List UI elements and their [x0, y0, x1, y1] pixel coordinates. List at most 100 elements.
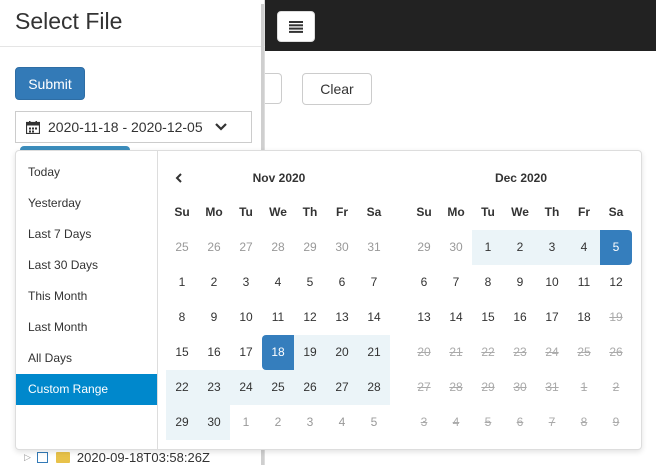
- calendar-day[interactable]: 26: [198, 230, 230, 265]
- calendar-day[interactable]: 7: [440, 265, 472, 300]
- calendar-day[interactable]: 19: [294, 335, 326, 370]
- menu-icon: [289, 20, 303, 33]
- range-item[interactable]: Yesterday: [16, 188, 157, 219]
- file-name: 2020-09-18T03:58:26Z: [76, 449, 210, 465]
- calendar-day[interactable]: 12: [294, 300, 326, 335]
- calendar-day: 4: [452, 415, 460, 429]
- calendar-day[interactable]: 9: [504, 265, 536, 300]
- file-tree-item[interactable]: ▷ 2020-09-18T03:58:26Z: [15, 449, 252, 465]
- calendar-day[interactable]: 13: [408, 300, 440, 335]
- calendar-day[interactable]: 10: [230, 300, 262, 335]
- calendar-day[interactable]: 29: [166, 405, 198, 440]
- calendar-day[interactable]: 31: [358, 230, 390, 265]
- chevron-down-icon: [214, 123, 227, 131]
- calendar-day[interactable]: 12: [600, 265, 632, 300]
- calendar-day[interactable]: 6: [408, 265, 440, 300]
- calendar-day: 1: [580, 380, 588, 394]
- week-row: 6 7 8 9 10 11 12: [408, 265, 634, 300]
- calendar-day[interactable]: 18: [568, 300, 600, 335]
- calendar-day[interactable]: 2: [504, 230, 536, 265]
- calendar-day[interactable]: 3: [536, 230, 568, 265]
- file-checkbox[interactable]: [36, 451, 48, 463]
- calendar-day[interactable]: 11: [568, 265, 600, 300]
- calendar-day[interactable]: 5: [358, 405, 390, 440]
- calendar-day[interactable]: 20: [326, 335, 358, 370]
- menu-toggle-button[interactable]: [277, 11, 315, 42]
- calendar-day[interactable]: 2: [198, 265, 230, 300]
- calendar-day[interactable]: 1: [230, 405, 262, 440]
- weekday-label: Su: [174, 205, 190, 219]
- expand-arrow-icon[interactable]: ▷: [24, 452, 31, 463]
- calendar-day[interactable]: 15: [472, 300, 504, 335]
- calendar-day[interactable]: 25: [262, 370, 294, 405]
- range-item[interactable]: Last 7 Days: [16, 219, 157, 250]
- calendar-day[interactable]: 6: [326, 265, 358, 300]
- calendar-day[interactable]: 11: [262, 300, 294, 335]
- calendar-day[interactable]: 28: [358, 370, 390, 405]
- calendar-header: Dec 2020: [408, 161, 634, 195]
- calendar-day: 23: [513, 345, 527, 359]
- calendar-day[interactable]: 27: [326, 370, 358, 405]
- calendar-day[interactable]: 2: [262, 405, 294, 440]
- calendar-day[interactable]: 24: [230, 370, 262, 405]
- calendar-day[interactable]: 30: [198, 405, 230, 440]
- calendar-day: 28: [449, 380, 463, 394]
- date-range-picker: Today Yesterday Last 7 Days Last 30 Days Thi…: [15, 150, 642, 450]
- calendar-day[interactable]: 14: [440, 300, 472, 335]
- calendar-day[interactable]: 3: [294, 405, 326, 440]
- range-item[interactable]: Custom Range: [16, 374, 157, 405]
- clear-button[interactable]: Clear: [302, 73, 372, 105]
- calendar-day[interactable]: 1: [166, 265, 198, 300]
- calendar-day[interactable]: 13: [326, 300, 358, 335]
- calendar-day[interactable]: 8: [166, 300, 198, 335]
- calendar-day[interactable]: 25: [166, 230, 198, 265]
- weekday-label: Su: [416, 205, 432, 219]
- range-item[interactable]: This Month: [16, 281, 157, 312]
- range-item[interactable]: Today: [16, 157, 157, 188]
- calendar-day[interactable]: 5: [600, 230, 632, 265]
- calendar-day[interactable]: 17: [230, 335, 262, 370]
- calendar-day[interactable]: 16: [504, 300, 536, 335]
- date-range-text: 2020-11-18 - 2020-12-05: [48, 119, 203, 135]
- filter-input[interactable]: [262, 73, 282, 104]
- calendar-day[interactable]: 16: [198, 335, 230, 370]
- calendar-day[interactable]: 30: [440, 230, 472, 265]
- divider: [0, 46, 265, 47]
- calendar-day[interactable]: 26: [294, 370, 326, 405]
- calendar-day[interactable]: 29: [408, 230, 440, 265]
- calendar-day[interactable]: 8: [472, 265, 504, 300]
- calendar-day[interactable]: 14: [358, 300, 390, 335]
- calendar-day[interactable]: 23: [198, 370, 230, 405]
- calendar-day[interactable]: 17: [536, 300, 568, 335]
- calendar-day[interactable]: 1: [472, 230, 504, 265]
- calendar-day[interactable]: 4: [326, 405, 358, 440]
- calendar-day[interactable]: 4: [568, 230, 600, 265]
- calendar-day[interactable]: 30: [326, 230, 358, 265]
- calendar-left: Nov 2020 Su Mo Tu We Th Fr Sa 25 26 27 28 29 30 31 1 2 3 4…: [166, 161, 392, 440]
- range-item[interactable]: Last 30 Days: [16, 250, 157, 281]
- calendar-day[interactable]: 5: [294, 265, 326, 300]
- calendar-day[interactable]: 29: [294, 230, 326, 265]
- calendar-day[interactable]: 10: [536, 265, 568, 300]
- calendar-day[interactable]: 7: [358, 265, 390, 300]
- calendar-day: 20: [417, 345, 431, 359]
- calendar-day[interactable]: 28: [262, 230, 294, 265]
- date-range-input[interactable]: 2020-11-18 - 2020-12-05: [15, 111, 252, 143]
- calendar-day[interactable]: 27: [230, 230, 262, 265]
- calendar-day: 26: [609, 345, 623, 359]
- calendar-day[interactable]: 18: [262, 335, 294, 370]
- weekday-label: Mo: [447, 205, 465, 219]
- range-item[interactable]: Last Month: [16, 312, 157, 343]
- calendar-day[interactable]: 21: [358, 335, 390, 370]
- chevron-left-icon[interactable]: [174, 173, 184, 183]
- weekday-label: Mo: [205, 205, 223, 219]
- calendar-day[interactable]: 15: [166, 335, 198, 370]
- calendar-day[interactable]: 22: [166, 370, 198, 405]
- submit-button[interactable]: Submit: [15, 67, 85, 100]
- calendar-day: 25: [577, 345, 591, 359]
- calendar-right: Dec 2020 Su Mo Tu We Th Fr Sa 29 30 1 2 3 4 5 6 7 8 9 10 11 1…: [408, 161, 634, 440]
- range-item[interactable]: All Days: [16, 343, 157, 374]
- calendar-day[interactable]: 4: [262, 265, 294, 300]
- calendar-day[interactable]: 9: [198, 300, 230, 335]
- calendar-day[interactable]: 3: [230, 265, 262, 300]
